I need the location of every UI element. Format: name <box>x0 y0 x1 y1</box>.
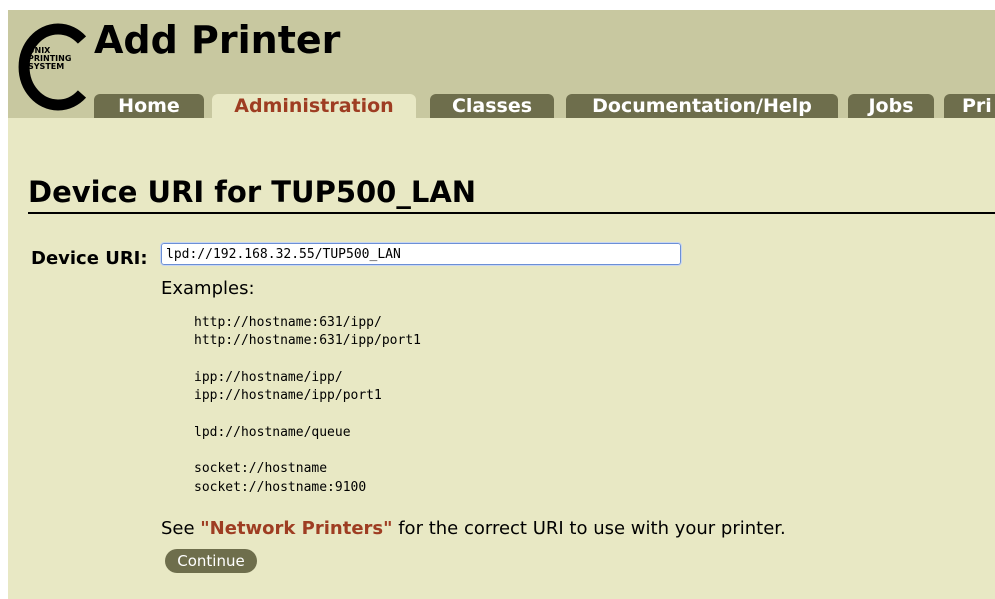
tab-documentation-help[interactable]: Documentation/Help <box>566 94 838 118</box>
section-heading: Device URI for TUP500_LAN <box>28 175 477 209</box>
tab-administration[interactable]: Administration <box>212 94 416 120</box>
page-title: Add Printer <box>94 18 341 62</box>
tab-printers[interactable]: Pri <box>944 94 995 118</box>
example-uri: lpd://hostname/queue <box>194 424 351 440</box>
heading-divider <box>28 212 995 214</box>
network-printers-link[interactable]: "Network Printers" <box>200 518 392 539</box>
example-uri: ipp://hostname/ipp/port1 <box>194 388 382 404</box>
example-uri: socket://hostname:9100 <box>194 479 367 495</box>
example-uri: ipp://hostname/ipp/ <box>194 369 343 385</box>
logo-text: UNIX PRINTING SYSTEM <box>28 46 72 71</box>
examples-list: http://hostname:631/ipp/ http://hostname… <box>194 314 421 497</box>
device-uri-label: Device URI: <box>31 248 148 269</box>
continue-button[interactable]: Continue <box>165 549 257 573</box>
header: UNIX PRINTING SYSTEM Add Printer Home Ad… <box>8 10 995 120</box>
device-uri-input[interactable] <box>160 242 682 266</box>
help-text: See "Network Printers" for the correct U… <box>161 518 786 539</box>
tab-jobs[interactable]: Jobs <box>848 94 934 118</box>
example-uri: http://hostname:631/ipp/port1 <box>194 333 421 349</box>
tab-home[interactable]: Home <box>94 94 204 118</box>
examples-label: Examples: <box>161 278 255 299</box>
page: UNIX PRINTING SYSTEM Add Printer Home Ad… <box>8 10 995 599</box>
tab-classes[interactable]: Classes <box>430 94 554 118</box>
example-uri: socket://hostname <box>194 461 328 477</box>
example-uri: http://hostname:631/ipp/ <box>194 315 382 330</box>
